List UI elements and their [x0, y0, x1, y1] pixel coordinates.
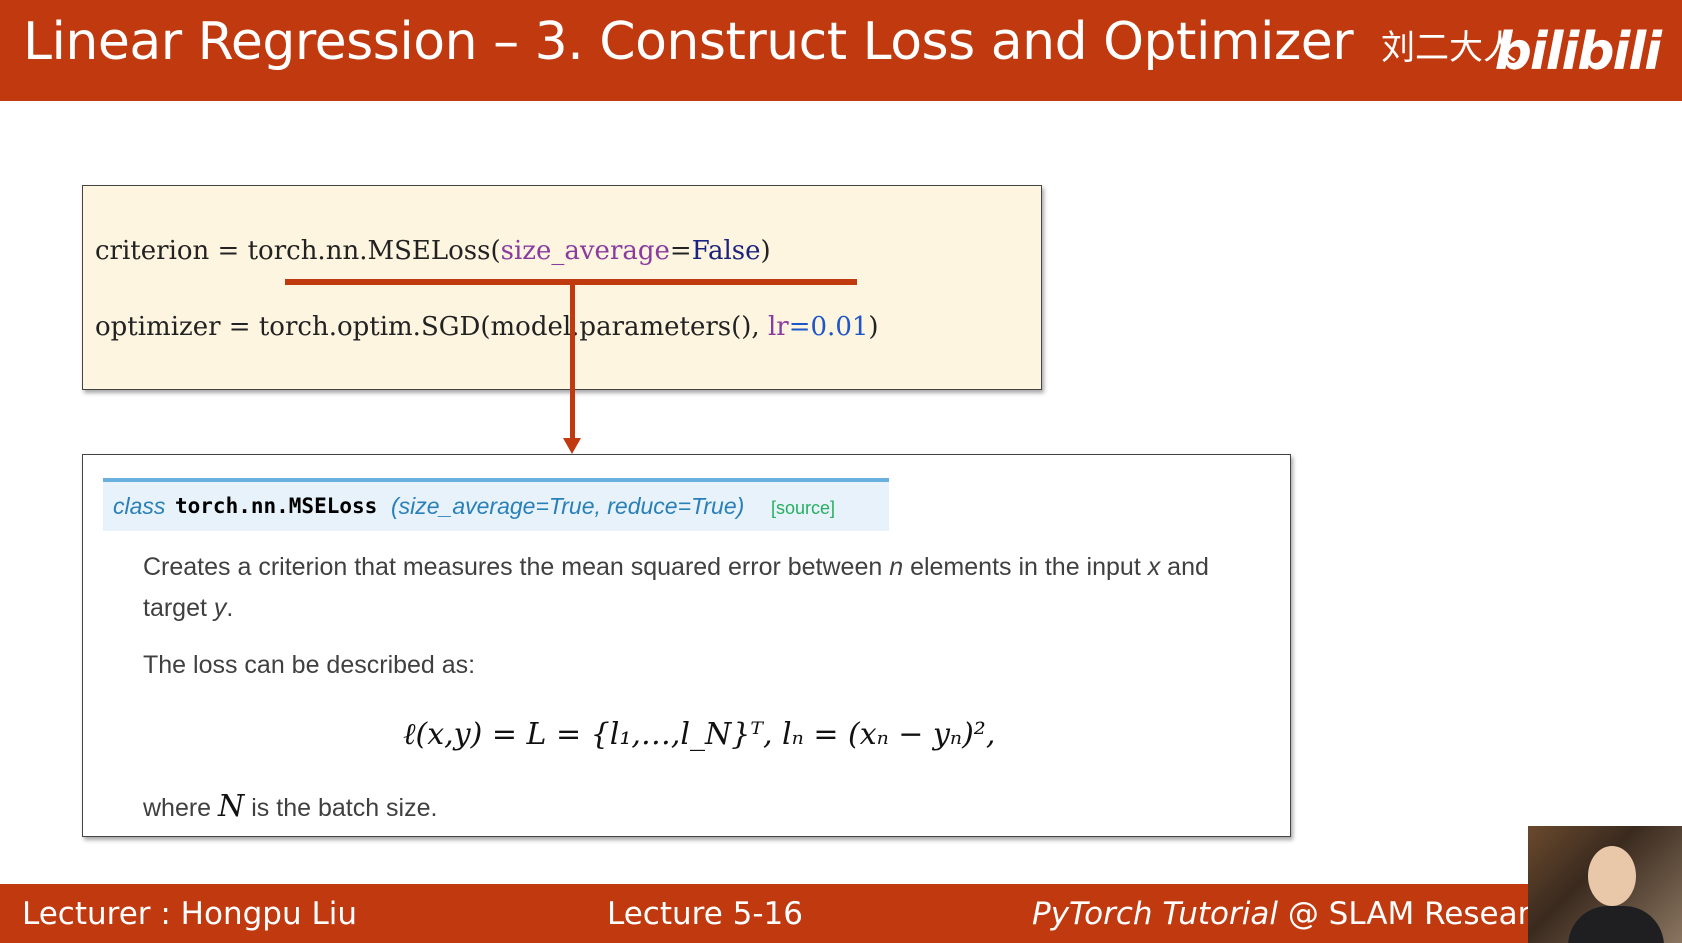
doc-box: class torch.nn.MSELoss (size_average=Tru… [82, 454, 1291, 837]
slide-title: Linear Regression – 3. Construct Loss an… [23, 12, 1354, 72]
batch-size-note: where N is the batch size. [143, 789, 437, 824]
course-affiliation: @ SLAM Resear [1277, 896, 1531, 932]
arrow-down-icon [563, 438, 581, 454]
description-paragraph: Creates a criterion that measures the me… [143, 547, 1263, 629]
code-eq: = [669, 236, 692, 266]
loss-formula: ℓ(x,y) = L = {l₁,…,l_N}ᵀ, lₙ = (xₙ − yₙ)… [403, 717, 996, 752]
class-signature: class torch.nn.MSELoss (size_average=Tru… [103, 478, 889, 531]
presenter-body [1568, 906, 1664, 943]
bilibili-logo: bilibili [1494, 22, 1662, 82]
course-title: PyTorch Tutorial [1032, 896, 1278, 932]
brand-logo-area: bilibili [1495, 22, 1662, 82]
code-line-optimizer: optimizer = torch.optim.SGD(model.parame… [95, 312, 879, 342]
webcam-overlay [1528, 826, 1682, 943]
code-suffix: ) [760, 236, 771, 266]
code-line-criterion: criterion = torch.nn.MSELoss(size_averag… [95, 236, 771, 266]
slide-footer: Lecturer : Hongpu Liu Lecture 5-16 PyTor… [0, 884, 1682, 943]
lecturer-name: Lecturer : Hongpu Liu [22, 896, 357, 932]
course-name: PyTorch Tutorial @ SLAM Resear [1032, 896, 1530, 932]
code-eq: = [788, 312, 811, 342]
code-text: criterion = torch.nn.MSELoss( [95, 236, 501, 266]
class-keyword: class [113, 493, 166, 519]
code-box: criterion = torch.nn.MSELoss(size_averag… [82, 185, 1042, 390]
desc-var-x: x [1147, 553, 1161, 581]
desc-text: is the batch size. [244, 794, 438, 822]
source-link[interactable]: [source] [771, 498, 835, 519]
desc-var-N: N [218, 789, 245, 824]
desc-var-n: n [889, 553, 904, 581]
connector-arrow-line [570, 282, 575, 442]
class-params: (size_average=True, reduce=True) [391, 493, 745, 519]
slide-header: Linear Regression – 3. Construct Loss an… [0, 0, 1682, 101]
loss-intro: The loss can be described as: [143, 651, 476, 679]
code-value: 0.01 [810, 312, 869, 342]
code-value: False [691, 236, 761, 266]
class-name: torch.nn.MSELoss [175, 494, 378, 518]
lecture-number: Lecture 5-16 [607, 896, 803, 932]
code-kwarg: lr [767, 312, 789, 342]
code-text: optimizer = torch.optim.SGD(model.parame… [95, 312, 768, 342]
desc-text: . [226, 594, 234, 622]
desc-text: Creates a criterion that measures the me… [143, 553, 890, 581]
code-kwarg: size_average [500, 236, 670, 266]
desc-text: elements in the input [903, 553, 1148, 581]
desc-text: where [143, 794, 219, 822]
code-suffix: ) [868, 312, 879, 342]
presenter-face [1588, 846, 1636, 906]
desc-var-y: y [213, 594, 227, 622]
